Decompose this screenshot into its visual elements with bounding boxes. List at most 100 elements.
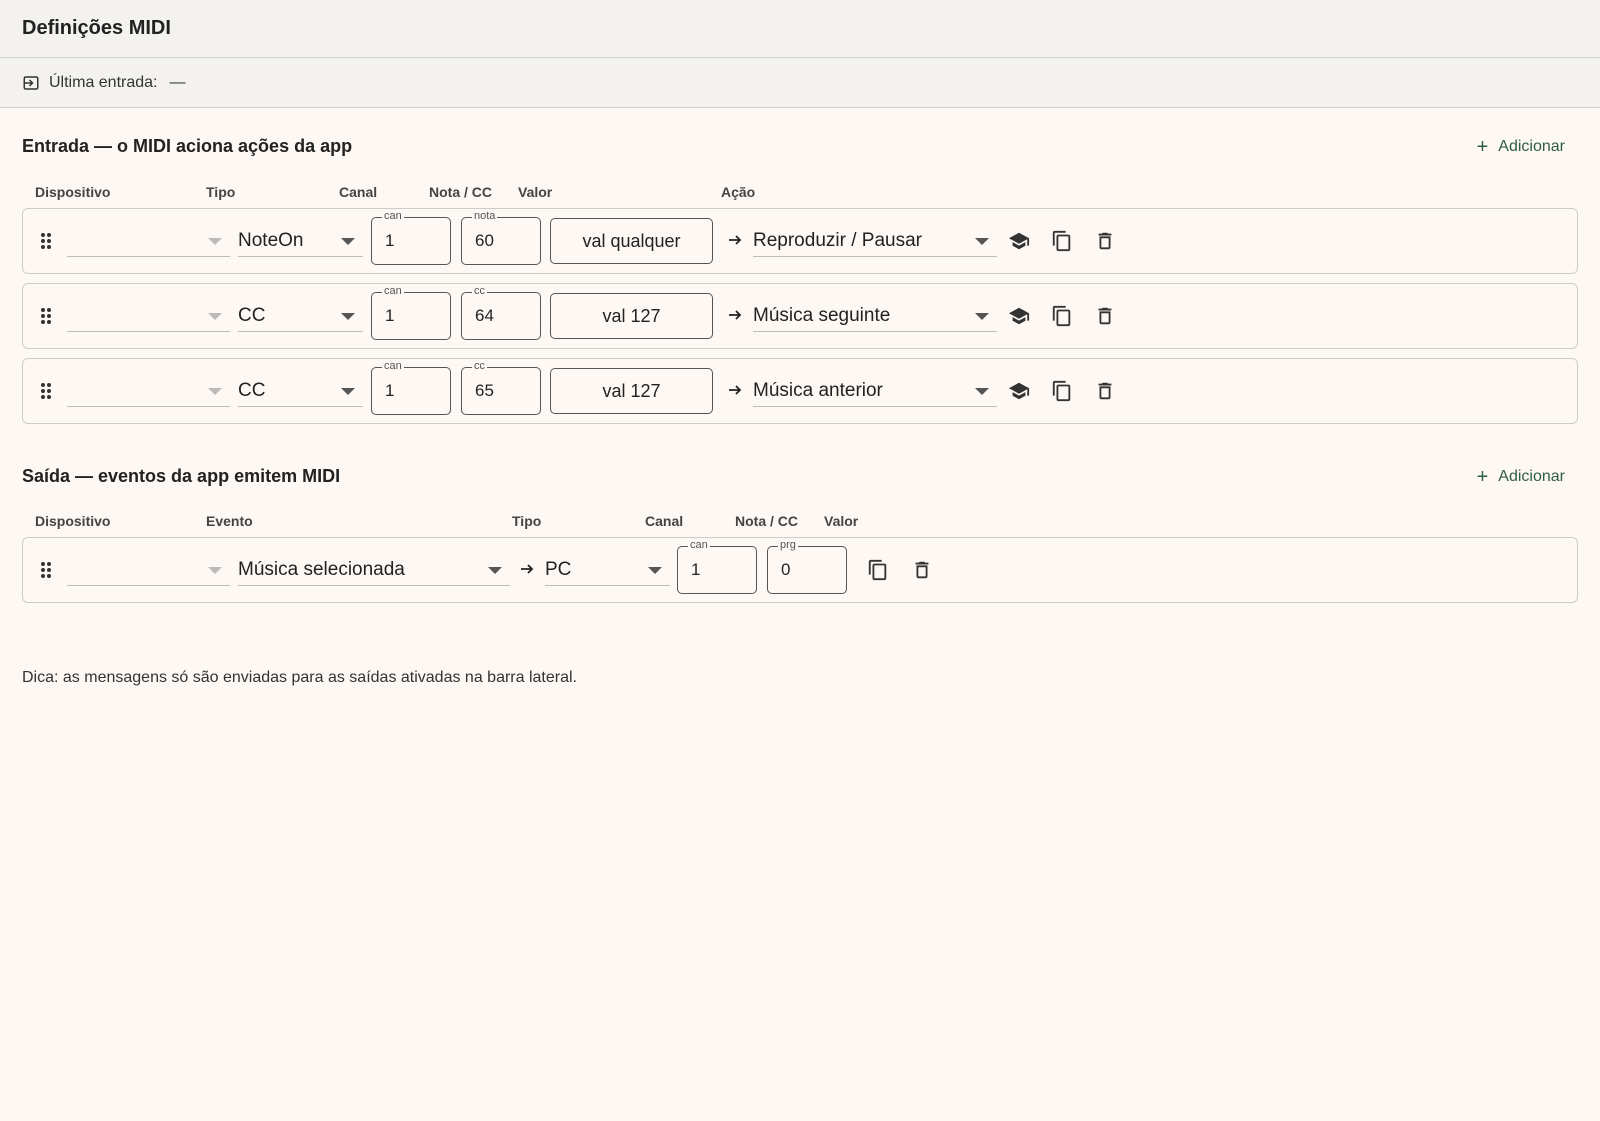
- arrow-right-icon: [521, 564, 534, 574]
- chevron-down-icon: [208, 567, 222, 574]
- col-note-cc: Nota / CC: [735, 513, 798, 529]
- chevron-down-icon: [488, 567, 502, 574]
- chevron-down-icon: [975, 313, 989, 320]
- output-mapping-row: Música selecionada PC can 1 prg 0: [22, 537, 1578, 603]
- channel-field-label: can: [382, 284, 404, 298]
- col-value: Valor: [824, 513, 859, 529]
- value-button[interactable]: val 127: [550, 368, 713, 414]
- last-input-label: Última entrada:: [49, 73, 158, 91]
- learn-icon[interactable]: [1008, 380, 1030, 402]
- col-type: Tipo: [206, 184, 236, 200]
- col-device: Dispositivo: [35, 513, 111, 529]
- copy-icon[interactable]: [1051, 230, 1073, 252]
- action-select[interactable]: Reproduzir / Pausar: [753, 225, 997, 257]
- action-select[interactable]: Música seguinte: [753, 300, 997, 332]
- channel-field[interactable]: can 1: [371, 359, 451, 415]
- col-channel: Canal: [645, 513, 684, 529]
- delete-icon[interactable]: [1094, 380, 1116, 402]
- learn-icon[interactable]: [1008, 305, 1030, 327]
- last-input-value: —: [169, 73, 186, 91]
- type-value: CC: [238, 379, 266, 401]
- add-output-button[interactable]: + Adicionar: [1477, 467, 1565, 487]
- drag-handle-icon[interactable]: [39, 561, 53, 579]
- device-select[interactable]: [67, 375, 230, 407]
- note-field-label: nota: [472, 209, 498, 223]
- cc-field[interactable]: cc 65: [461, 359, 541, 415]
- input-icon: [23, 75, 39, 90]
- input-mapping-row: CC can 1 cc 65 val 127 Música anterior: [22, 358, 1578, 424]
- device-select[interactable]: [67, 300, 230, 332]
- chevron-down-icon: [341, 238, 355, 245]
- type-value: PC: [545, 558, 572, 580]
- chevron-down-icon: [975, 388, 989, 395]
- type-select[interactable]: CC: [238, 300, 363, 332]
- channel-value: 1: [385, 231, 395, 250]
- value-label: val qualquer: [582, 230, 681, 251]
- input-section-title: Entrada — o MIDI aciona ações da app: [22, 136, 353, 156]
- type-value: CC: [238, 304, 266, 326]
- arrow-right-icon: [729, 385, 742, 395]
- cc-field[interactable]: cc 64: [461, 284, 541, 340]
- channel-value: 1: [385, 381, 395, 400]
- chevron-down-icon: [648, 567, 662, 574]
- note-field[interactable]: nota 60: [461, 209, 541, 265]
- cc-value: 64: [475, 306, 494, 325]
- learn-icon[interactable]: [1008, 230, 1030, 252]
- event-select[interactable]: Música selecionada: [238, 554, 510, 586]
- device-select[interactable]: [67, 554, 230, 586]
- add-output-label: Adicionar: [1498, 467, 1565, 485]
- delete-icon[interactable]: [911, 559, 933, 581]
- action-value: Música seguinte: [753, 304, 891, 326]
- channel-field[interactable]: can 1: [371, 209, 451, 265]
- copy-icon[interactable]: [867, 559, 889, 581]
- copy-icon[interactable]: [1051, 380, 1073, 402]
- program-field-label: prg: [778, 538, 798, 552]
- add-input-button[interactable]: + Adicionar: [1477, 137, 1565, 157]
- event-value: Música selecionada: [238, 558, 405, 580]
- note-value: 60: [475, 231, 494, 250]
- delete-icon[interactable]: [1094, 230, 1116, 252]
- chevron-down-icon: [975, 238, 989, 245]
- title-bar: Definições MIDI: [0, 0, 1600, 58]
- col-event: Evento: [206, 513, 253, 529]
- input-mapping-row: CC can 1 cc 64 val 127 Música seguinte: [22, 283, 1578, 349]
- channel-field[interactable]: can 1: [677, 538, 757, 594]
- add-input-label: Adicionar: [1498, 137, 1565, 155]
- type-select[interactable]: NoteOn: [238, 225, 363, 257]
- col-type: Tipo: [512, 513, 542, 529]
- arrow-right-icon: [729, 310, 742, 320]
- drag-handle-icon[interactable]: [39, 307, 53, 325]
- plus-icon: +: [1476, 465, 1489, 488]
- program-value: 0: [781, 560, 791, 579]
- chevron-down-icon: [208, 238, 222, 245]
- chevron-down-icon: [208, 388, 222, 395]
- channel-field-label: can: [382, 209, 404, 223]
- drag-handle-icon[interactable]: [39, 382, 53, 400]
- output-section-title: Saída — eventos da app emitem MIDI: [22, 466, 341, 486]
- col-value: Valor: [518, 184, 553, 200]
- delete-icon[interactable]: [1094, 305, 1116, 327]
- col-action: Ação: [721, 184, 756, 200]
- cc-field-label: cc: [472, 359, 487, 373]
- cc-field-label: cc: [472, 284, 487, 298]
- input-mapping-row: NoteOn can 1 nota 60 val qualquer Reprod…: [22, 208, 1578, 274]
- arrow-right-icon: [729, 235, 742, 245]
- device-select[interactable]: [67, 225, 230, 257]
- value-button[interactable]: val 127: [550, 293, 713, 339]
- channel-field-label: can: [382, 359, 404, 373]
- tip-text: Dica: as mensagens só são enviadas para …: [22, 669, 577, 686]
- copy-icon[interactable]: [1051, 305, 1073, 327]
- action-select[interactable]: Música anterior: [753, 375, 997, 407]
- drag-handle-icon[interactable]: [39, 232, 53, 250]
- program-field[interactable]: prg 0: [767, 538, 847, 594]
- last-input-bar: Última entrada: —: [0, 58, 1600, 108]
- chevron-down-icon: [341, 313, 355, 320]
- channel-field[interactable]: can 1: [371, 284, 451, 340]
- col-device: Dispositivo: [35, 184, 111, 200]
- type-select[interactable]: PC: [545, 554, 670, 586]
- chevron-down-icon: [341, 388, 355, 395]
- cc-value: 65: [475, 381, 494, 400]
- value-button[interactable]: val qualquer: [550, 218, 713, 264]
- output-section-header: Saída — eventos da app emitem MIDI + Adi…: [22, 466, 1565, 487]
- type-select[interactable]: CC: [238, 375, 363, 407]
